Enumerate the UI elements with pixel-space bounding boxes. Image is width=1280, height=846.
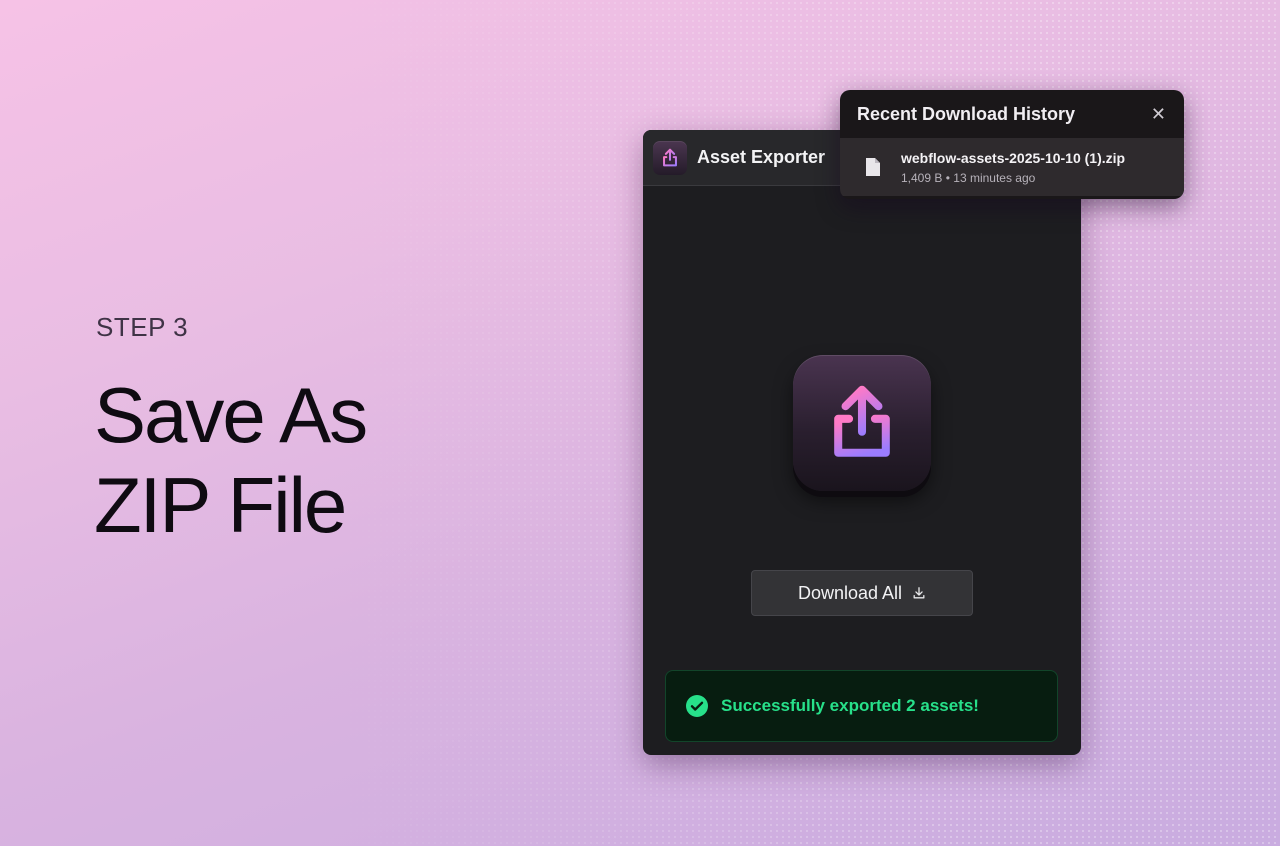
meta-separator: • [945,170,950,185]
file-time: 13 minutes ago [953,170,1036,185]
history-header: Recent Download History ✕ [840,90,1184,138]
download-icon [913,587,925,599]
file-size: 1,409 B [901,170,943,185]
history-item[interactable]: webflow-assets-2025-10-10 (1).zip 1,409 … [840,138,1184,196]
file-meta: 1,409 B • 13 minutes ago [901,171,1125,185]
headline-line-2: ZIP File [94,461,347,549]
share-upload-icon [793,355,931,491]
success-banner: Successfully exported 2 assets! [665,670,1058,742]
step-label: STEP 3 [96,312,189,342]
download-all-label: Download All [797,582,903,603]
headline-line-1: Save As [94,371,368,459]
success-message: Successfully exported 2 assets! [721,696,979,715]
share-upload-icon [653,140,687,175]
file-icon [866,158,880,176]
headline: Save As ZIP File [94,370,368,550]
check-circle-icon [686,695,708,717]
download-all-button[interactable]: Download All [751,570,973,616]
history-item-details: webflow-assets-2025-10-10 (1).zip 1,409 … [901,150,1125,185]
asset-exporter-window: Asset Exporter Download All Successfully… [643,130,1081,755]
history-title: Recent Download History [857,103,1076,124]
close-icon[interactable]: ✕ [1151,105,1166,123]
download-history-popover: Recent Download History ✕ webflow-assets… [840,90,1184,199]
window-title: Asset Exporter [697,147,826,167]
file-name: webflow-assets-2025-10-10 (1).zip [901,149,1126,166]
